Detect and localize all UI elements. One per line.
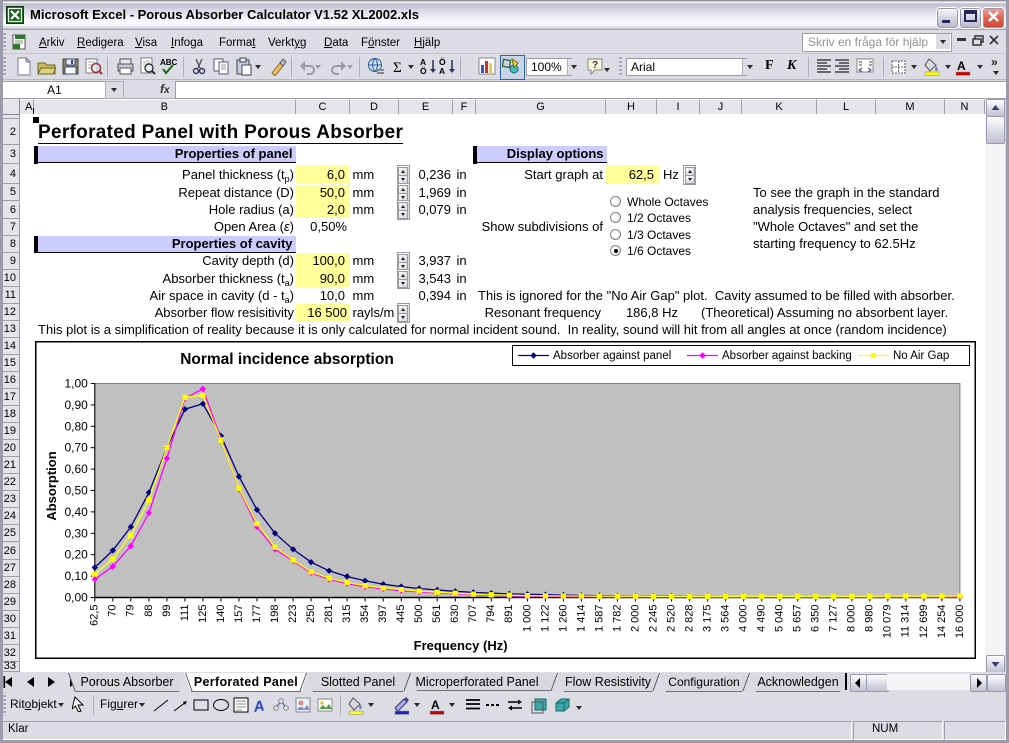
svg-text:5 657: 5 657: [792, 605, 804, 633]
svg-text:0,30: 0,30: [64, 526, 88, 540]
svg-text:10 079: 10 079: [882, 605, 894, 639]
svg-text:A: A: [252, 697, 266, 715]
svg-text:1 414: 1 414: [575, 605, 587, 633]
svg-text:70: 70: [107, 605, 119, 617]
svg-text:2 000: 2 000: [629, 605, 641, 633]
svg-text:ABC: ABC: [160, 58, 178, 67]
svg-text:1 587: 1 587: [593, 605, 605, 633]
svg-text:6 350: 6 350: [810, 605, 822, 633]
svg-text:Frequency (Hz): Frequency (Hz): [414, 638, 508, 653]
svg-text:630: 630: [449, 605, 461, 623]
svg-text:125: 125: [197, 605, 209, 623]
svg-text:0,10: 0,10: [64, 569, 88, 583]
svg-text:561: 561: [431, 605, 443, 623]
svg-text:99: 99: [161, 605, 173, 617]
svg-text:A: A: [957, 59, 966, 73]
svg-text:62,5: 62,5: [89, 605, 101, 626]
svg-text:177: 177: [251, 605, 263, 623]
svg-text:2 520: 2 520: [665, 605, 677, 633]
svg-text:16 000: 16 000: [954, 605, 966, 639]
svg-text:1 000: 1 000: [521, 605, 533, 633]
svg-text:4 490: 4 490: [756, 605, 768, 633]
svg-text:0,20: 0,20: [64, 548, 88, 562]
svg-text:1 122: 1 122: [539, 605, 551, 633]
svg-text:14 254: 14 254: [936, 605, 948, 639]
svg-text:0,50: 0,50: [64, 484, 88, 498]
svg-text:?: ?: [592, 60, 598, 71]
svg-text:198: 198: [269, 605, 281, 623]
svg-text:445: 445: [395, 605, 407, 623]
svg-text:2 245: 2 245: [647, 605, 659, 633]
svg-text:1 782: 1 782: [611, 605, 623, 633]
svg-text:223: 223: [287, 605, 299, 623]
svg-text:0,80: 0,80: [64, 419, 88, 433]
svg-text:3 564: 3 564: [720, 605, 732, 633]
svg-text:1 260: 1 260: [557, 605, 569, 633]
svg-text:140: 140: [215, 605, 227, 623]
svg-text:891: 891: [503, 605, 515, 623]
svg-text:7 127: 7 127: [828, 605, 840, 633]
svg-text:3 175: 3 175: [702, 605, 714, 633]
svg-text:A: A: [439, 66, 445, 76]
svg-text:No Air Gap: No Air Gap: [893, 350, 949, 362]
svg-text:0,00: 0,00: [64, 591, 88, 605]
svg-text:Absorber against backing: Absorber against backing: [722, 350, 852, 362]
svg-text:111: 111: [179, 605, 191, 622]
svg-text:Absorption: Absorption: [44, 451, 59, 520]
svg-text:A: A: [431, 698, 440, 712]
svg-text:1,00: 1,00: [64, 377, 88, 391]
svg-text:250: 250: [305, 605, 317, 623]
svg-text:397: 397: [377, 605, 389, 623]
svg-text:Σ: Σ: [393, 60, 402, 76]
svg-text:11 314: 11 314: [900, 605, 912, 638]
svg-text:Ö: Ö: [420, 66, 427, 76]
svg-text:79: 79: [125, 605, 137, 617]
svg-text:8 000: 8 000: [846, 605, 858, 633]
svg-text:794: 794: [485, 605, 497, 623]
svg-text:Absorber against panel: Absorber against panel: [553, 350, 671, 362]
svg-text:5 040: 5 040: [774, 605, 786, 633]
svg-text:707: 707: [467, 605, 479, 623]
svg-text:Normal incidence absorption: Normal incidence absorption: [180, 351, 394, 368]
svg-text:0,90: 0,90: [64, 398, 88, 412]
svg-text:8 980: 8 980: [864, 605, 876, 633]
svg-text:0,60: 0,60: [64, 462, 88, 476]
svg-text:157: 157: [233, 605, 245, 623]
svg-text:2 828: 2 828: [684, 605, 696, 633]
svg-text:0,40: 0,40: [64, 505, 88, 519]
svg-text:354: 354: [359, 605, 371, 623]
svg-text:88: 88: [143, 605, 155, 617]
svg-text:0,70: 0,70: [64, 441, 88, 455]
svg-text:12 699: 12 699: [918, 605, 930, 639]
svg-text:315: 315: [341, 605, 353, 623]
svg-text:500: 500: [413, 605, 425, 623]
svg-text:281: 281: [323, 605, 335, 623]
svg-text:4 000: 4 000: [738, 605, 750, 633]
